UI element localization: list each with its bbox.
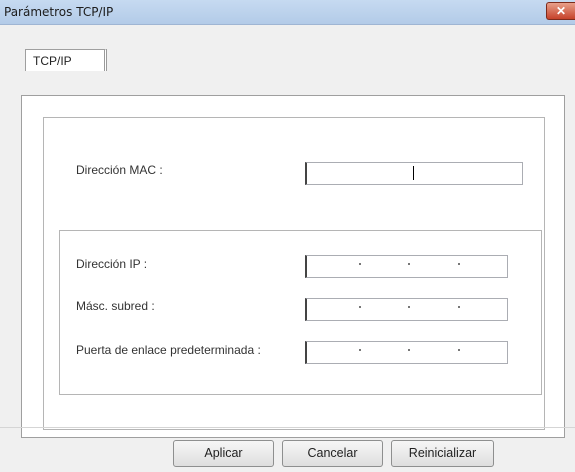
ip-address-label: Dirección IP : [76, 257, 148, 271]
octet-separator [458, 306, 460, 308]
button-bar-separator [0, 427, 575, 428]
tab-panel: Dirección MAC : Dirección IP : Másc. sub… [21, 95, 565, 438]
cancel-button[interactable]: Cancelar [282, 440, 383, 467]
octet-separator [458, 349, 460, 351]
octet-separator [408, 306, 410, 308]
text-caret [413, 166, 414, 180]
reset-button[interactable]: Reinicializar [391, 440, 494, 467]
ip-address-input[interactable] [305, 255, 508, 278]
close-icon: ✕ [555, 4, 567, 18]
octet-separator [408, 263, 410, 265]
dialog-body: TCP/IP Dirección MAC : Dirección IP : Má… [0, 25, 575, 472]
mac-address-input[interactable] [305, 162, 523, 185]
tab-tcpip[interactable]: TCP/IP [25, 49, 107, 71]
subnet-mask-label: Másc. subred : [76, 299, 155, 313]
octet-separator [458, 263, 460, 265]
dialog-title: Parámetros TCP/IP [4, 5, 114, 19]
gateway-input[interactable] [305, 341, 508, 364]
octet-separator [359, 306, 361, 308]
octet-separator [408, 349, 410, 351]
mac-address-label: Dirección MAC : [76, 163, 163, 177]
apply-button[interactable]: Aplicar [173, 440, 274, 467]
octet-separator [359, 263, 361, 265]
title-bar[interactable]: Parámetros TCP/IP ✕ [0, 0, 575, 25]
tcpip-dialog: Parámetros TCP/IP ✕ TCP/IP Dirección MAC… [0, 0, 575, 472]
subnet-mask-input[interactable] [305, 298, 508, 321]
gateway-label: Puerta de enlace predeterminada : [76, 343, 261, 357]
octet-separator [359, 349, 361, 351]
settings-frame: Dirección MAC : Dirección IP : Másc. sub… [43, 117, 545, 430]
close-button[interactable]: ✕ [546, 2, 575, 20]
tab-label: TCP/IP [33, 54, 72, 68]
